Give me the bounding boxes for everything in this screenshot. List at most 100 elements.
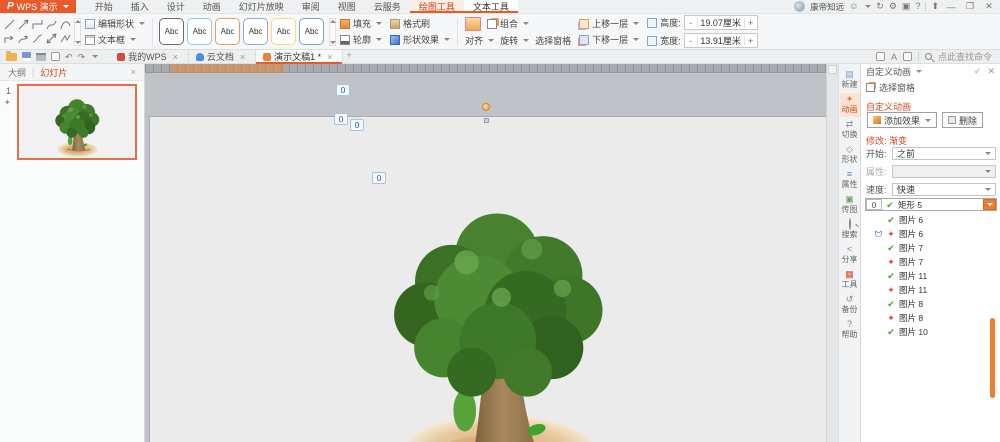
rail-item-new[interactable]: ▤ 新建	[840, 68, 860, 92]
file-tab-my-wps[interactable]: 我的WPS ×	[110, 49, 189, 64]
menu-tab-text-tools[interactable]: 文本工具	[463, 0, 518, 13]
animation-item-pic7[interactable]: ✔ 图片 7	[865, 241, 989, 254]
minimize-button[interactable]: —	[944, 2, 958, 12]
list-scrollbar-thumb[interactable]	[990, 318, 995, 398]
group-button[interactable]: 组合	[487, 17, 530, 30]
pin-panel-icon[interactable]: ✓	[974, 66, 982, 77]
print-icon[interactable]	[36, 52, 46, 61]
outline-button[interactable]: 轮廓	[340, 33, 383, 46]
animation-item-pic7-exit[interactable]: ✦ 图片 7	[865, 255, 989, 268]
slide-canvas[interactable]: 0 0 0 0	[145, 64, 838, 442]
animation-item-pic8[interactable]: ✔ 图片 8	[865, 297, 989, 310]
curve-connector-icon[interactable]	[45, 18, 58, 31]
menu-tab-design[interactable]: 设计	[158, 0, 194, 13]
new-tab-button[interactable]: +	[343, 50, 354, 64]
height-value[interactable]: 19.07厘米	[698, 16, 744, 29]
fill-button[interactable]: 填充	[340, 17, 383, 30]
find-command-input[interactable]: 点此查找命令	[938, 50, 992, 63]
start-select[interactable]: 之前	[892, 146, 996, 160]
rotate-button[interactable]: 旋转	[500, 34, 530, 47]
scroll-down-icon[interactable]	[74, 40, 81, 44]
close-panel-icon[interactable]: ×	[131, 67, 136, 77]
close-tab-icon[interactable]: ×	[237, 52, 248, 62]
shape-effects-button[interactable]: 形状效果	[390, 33, 451, 46]
help-icon[interactable]: ?	[915, 1, 920, 12]
rail-item-help[interactable]: ? 帮助	[840, 318, 860, 342]
align-button[interactable]: 对齐	[465, 34, 495, 47]
send-backward-button[interactable]: 下移一层	[579, 33, 640, 46]
undo-icon[interactable]: ↶	[65, 51, 73, 63]
slide-thumbnail[interactable]	[17, 84, 137, 160]
app-logo-button[interactable]: P WPS 演示	[0, 0, 76, 13]
scrollbar-button[interactable]	[828, 65, 837, 74]
canvas-vertical-scrollbar[interactable]	[826, 64, 838, 442]
gallery-scroll-buttons[interactable]	[74, 17, 81, 46]
menu-tab-view[interactable]: 视图	[329, 0, 365, 13]
animation-order-badge[interactable]: 0	[334, 113, 348, 125]
close-panel-icon[interactable]: ✕	[987, 66, 995, 77]
user-avatar[interactable]	[794, 1, 806, 12]
menu-tab-review[interactable]: 审阅	[293, 0, 329, 13]
bring-forward-button[interactable]: 上移一层	[579, 17, 640, 30]
animation-item-rect5[interactable]: 0 ✔ 矩形 5	[865, 198, 997, 211]
arrow-line-icon[interactable]	[17, 18, 30, 31]
quick-access-dropdown-icon[interactable]	[92, 55, 99, 58]
item-dropdown-button[interactable]	[983, 199, 996, 210]
print-preview-icon[interactable]	[51, 52, 60, 61]
menu-tab-animation[interactable]: 动画	[194, 0, 230, 13]
shape-style-option[interactable]: Abc	[187, 18, 213, 45]
align-big-icon[interactable]	[465, 16, 482, 31]
rail-item-upload-image[interactable]: ▣ 传图	[840, 193, 860, 217]
add-effect-button[interactable]: 添加效果	[867, 112, 938, 128]
scroll-up-icon[interactable]	[329, 19, 336, 23]
menu-tab-insert[interactable]: 插入	[122, 0, 158, 13]
double-arrow-icon[interactable]	[45, 32, 58, 45]
width-increase-button[interactable]: +	[743, 35, 757, 46]
animation-order-badge[interactable]: 0	[336, 84, 350, 96]
elbow-connector-icon[interactable]	[31, 18, 44, 31]
file-tab-presentation1[interactable]: 演示文稿1 * ×	[256, 49, 344, 64]
menu-tab-drawing-tools[interactable]: 绘图工具	[409, 0, 464, 13]
edit-shape-button[interactable]: 编辑形状	[85, 17, 146, 30]
shape-style-option[interactable]: Abc	[243, 18, 269, 45]
width-decrease-button[interactable]: -	[685, 35, 698, 46]
tree-image[interactable]	[388, 201, 606, 442]
height-increase-button[interactable]: +	[743, 17, 757, 28]
animation-item-pic10[interactable]: ✔ 图片 10	[865, 325, 989, 338]
user-name[interactable]: 康帝知远	[810, 1, 844, 13]
rail-item-properties[interactable]: ≡ 属性	[840, 168, 860, 192]
close-button[interactable]: ✕	[982, 1, 996, 12]
menu-tab-home[interactable]: 开始	[86, 0, 122, 13]
open-folder-icon[interactable]	[6, 50, 17, 61]
animation-item-pic6-exit[interactable]: ᗢ ✦ 图片 6	[865, 227, 989, 240]
rail-item-shape[interactable]: ◇ 形状	[840, 143, 860, 167]
rail-item-tools[interactable]: ▦ 工具	[840, 268, 860, 292]
format-painter-button[interactable]: 格式刷	[390, 17, 450, 30]
selection-pane-button[interactable]: 选择窗格	[535, 34, 571, 47]
close-tab-icon[interactable]: ×	[324, 52, 335, 62]
width-value[interactable]: 13.91厘米	[698, 34, 744, 47]
menu-tab-cloud[interactable]: 云服务	[365, 0, 410, 13]
chevron-down-icon[interactable]	[916, 70, 923, 73]
animation-item-pic6[interactable]: ✔ 图片 6	[865, 213, 989, 226]
rail-item-animation[interactable]: ✦ 动画	[839, 93, 860, 117]
refresh-icon[interactable]: ↻	[876, 1, 884, 12]
mood-icon[interactable]: ☺	[849, 1, 858, 12]
style-gallery-scroll[interactable]	[329, 17, 337, 46]
close-tab-icon[interactable]: ×	[170, 52, 181, 62]
elbow-arrow-icon[interactable]	[3, 32, 16, 45]
redo-icon[interactable]: ↷	[78, 51, 86, 63]
pane-icon[interactable]	[902, 52, 912, 61]
height-decrease-button[interactable]: -	[685, 17, 698, 28]
shape-style-option[interactable]: Abc	[271, 18, 297, 45]
freeform-icon[interactable]	[59, 32, 72, 45]
rotate-handle[interactable]	[482, 103, 490, 111]
maximize-button[interactable]: ❐	[963, 1, 977, 12]
shape-line-gallery[interactable]	[0, 18, 72, 46]
rail-item-search[interactable]: 搜索	[840, 218, 860, 242]
scroll-up-icon[interactable]	[74, 19, 81, 23]
selection-pane-link[interactable]: 选择窗格	[866, 81, 915, 94]
save-icon[interactable]	[22, 52, 31, 61]
menu-tab-slideshow[interactable]: 幻灯片放映	[230, 0, 293, 13]
layout-icon[interactable]	[875, 52, 885, 61]
